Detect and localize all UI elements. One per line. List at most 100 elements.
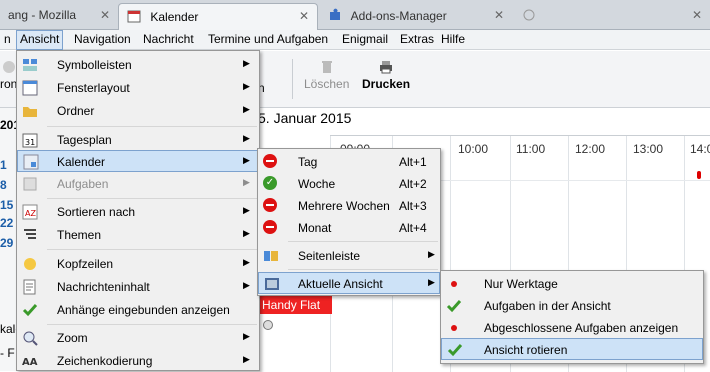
- menu-item-zoom[interactable]: Zoom ▶: [17, 327, 259, 349]
- menu-item-ordner[interactable]: Ordner ▶: [17, 100, 259, 122]
- tab-blank[interactable]: ✕: [514, 3, 710, 30]
- zoom-icon: [22, 330, 38, 346]
- task-checkbox[interactable]: [263, 320, 273, 330]
- menu-item-aufgaben[interactable]: Aufgaben ▶: [17, 173, 259, 195]
- menu-separator: [47, 198, 257, 199]
- menu-navigation[interactable]: Navigation: [70, 30, 135, 50]
- menu-item-woche[interactable]: ✓ Woche Alt+2: [258, 173, 440, 195]
- tab-kalender[interactable]: Kalender ✕: [118, 3, 318, 30]
- menu-item-label: Anhänge eingebunden anzeigen: [57, 303, 230, 317]
- menu-item-kalender[interactable]: Kalender ▶: [17, 150, 259, 172]
- menu-item-label: Kopfzeilen: [57, 257, 114, 271]
- menu-item-seitenleiste[interactable]: Seitenleiste ▶: [258, 245, 440, 267]
- tab-label: Add-ons-Manager: [350, 9, 447, 23]
- shortcut-label: Alt+4: [399, 221, 427, 235]
- menubar: n Ansicht Navigation Nachricht Termine u…: [0, 30, 710, 50]
- toolbar-icon: [22, 57, 38, 73]
- layout-icon: [22, 80, 38, 96]
- aktuelle-ansicht-submenu: Nur Werktage Aufgaben in der Ansicht Abg…: [440, 270, 704, 364]
- submenu-arrow-icon: ▶: [243, 133, 250, 143]
- svg-text:31: 31: [25, 138, 35, 147]
- menu-item-aktuelle-ansicht[interactable]: Aktuelle Ansicht ▶: [258, 272, 440, 294]
- tab-label: Kalender: [150, 10, 199, 24]
- submenu-arrow-icon: ▶: [243, 354, 250, 364]
- partial-toolbar-button[interactable]: ron: [0, 59, 17, 91]
- menu-item-label: Monat: [298, 221, 332, 235]
- sidebar-icon: [263, 248, 279, 264]
- menu-item-abgeschlossene[interactable]: Abgeschlossene Aufgaben anzeigen: [441, 317, 703, 339]
- submenu-arrow-icon: ▶: [428, 249, 435, 259]
- menu-separator: [47, 249, 257, 250]
- submenu-arrow-icon: ▶: [243, 280, 250, 290]
- menu-item-nachrichteninhalt[interactable]: Nachrichteninhalt ▶: [17, 276, 259, 298]
- close-icon[interactable]: ✕: [692, 8, 702, 22]
- menu-ansicht[interactable]: Ansicht: [16, 30, 64, 50]
- print-button[interactable]: Drucken: [362, 59, 410, 91]
- menu-item-label: Woche: [298, 177, 336, 191]
- toolbar-separator: [292, 59, 293, 99]
- menu-item-nur-werktage[interactable]: Nur Werktage: [441, 273, 703, 295]
- submenu-arrow-icon: ▶: [428, 277, 435, 287]
- time-label: 11:00: [516, 142, 546, 156]
- menu-item-mehrere-wochen[interactable]: Mehrere Wochen Alt+3: [258, 195, 440, 217]
- menu-item-zeichenkodierung[interactable]: AA Zeichenkodierung ▶: [17, 350, 259, 372]
- menu-item-sortieren[interactable]: AZ Sortieren nach ▶: [17, 201, 259, 223]
- menu-item-label: Aufgaben in der Ansicht: [484, 299, 611, 313]
- close-icon[interactable]: ✕: [100, 8, 110, 22]
- close-icon[interactable]: ✕: [494, 8, 504, 22]
- menu-termine[interactable]: Termine und Aufgaben: [204, 30, 332, 50]
- menu-item-monat[interactable]: Monat Alt+4: [258, 217, 440, 239]
- menu-nachricht[interactable]: Nachricht: [139, 30, 198, 50]
- submenu-arrow-icon: ▶: [243, 177, 250, 187]
- tab-strip: ang - Mozilla ✕ Kalender ✕ Add-ons-Manag…: [0, 0, 710, 30]
- menu-partial-edge[interactable]: n: [0, 30, 16, 50]
- remove-icon: [263, 198, 279, 214]
- tab-label: ang - Mozilla: [8, 8, 77, 22]
- submenu-arrow-icon: ▶: [243, 155, 250, 165]
- checkmark-icon: [22, 302, 38, 318]
- time-label: 10:00: [458, 142, 489, 156]
- bullet-icon: [446, 320, 462, 336]
- menu-separator: [47, 324, 257, 325]
- menu-item-kopfzeilen[interactable]: Kopfzeilen ▶: [17, 253, 259, 275]
- headers-icon: [22, 256, 38, 272]
- submenu-arrow-icon: ▶: [243, 58, 250, 68]
- menu-item-label: Sortieren nach: [57, 205, 136, 219]
- menu-enigmail[interactable]: Enigmail: [338, 30, 392, 50]
- menu-item-label: Fensterlayout: [57, 81, 130, 95]
- shortcut-label: Alt+1: [399, 155, 427, 169]
- submenu-arrow-icon: ▶: [243, 257, 250, 267]
- menu-item-label: Nur Werktage: [484, 277, 558, 291]
- svg-text:AZ: AZ: [25, 209, 36, 218]
- menu-item-label: Tag: [298, 155, 318, 169]
- menu-item-label: Zeichenkodierung: [57, 354, 153, 368]
- menu-hilfe[interactable]: Hilfe: [437, 30, 469, 50]
- menu-item-fensterlayout[interactable]: Fensterlayout ▶: [17, 77, 259, 99]
- tab-mozilla[interactable]: ang - Mozilla ✕: [0, 3, 118, 30]
- menu-item-label: Ansicht rotieren: [484, 343, 568, 357]
- trash-icon: [319, 59, 335, 75]
- menu-extras[interactable]: Extras: [396, 30, 438, 50]
- tasks-icon: [22, 176, 38, 192]
- back-icon: [1, 59, 17, 75]
- checkmark-icon: [447, 342, 463, 358]
- menu-item-anhaenge[interactable]: Anhänge eingebunden anzeigen: [17, 299, 259, 321]
- time-label: 12:00: [575, 142, 606, 156]
- close-icon[interactable]: ✕: [299, 9, 309, 23]
- message-body-icon: [22, 279, 38, 295]
- menu-item-themen[interactable]: Themen ▶: [17, 224, 259, 246]
- menu-item-symbolleisten[interactable]: Symbolleisten ▶: [17, 54, 259, 76]
- event-handy-flat[interactable]: Handy Flat: [258, 296, 332, 314]
- delete-button[interactable]: Löschen: [304, 59, 349, 91]
- tab-addons[interactable]: Add-ons-Manager ✕: [320, 3, 512, 30]
- calendar-icon: [127, 9, 141, 23]
- menu-item-ansicht-rotieren[interactable]: Ansicht rotieren: [441, 338, 703, 360]
- menu-item-label: Tagesplan: [57, 133, 112, 147]
- puzzle-icon: [328, 8, 342, 22]
- menu-separator: [288, 241, 438, 242]
- encoding-icon: AA: [22, 353, 38, 369]
- menu-item-tag[interactable]: Tag Alt+1: [258, 151, 440, 173]
- checkmark-icon: ✓: [263, 176, 279, 192]
- menu-item-tagesplan[interactable]: 31 Tagesplan ▶: [17, 129, 259, 151]
- menu-item-aufgaben-in-ansicht[interactable]: Aufgaben in der Ansicht: [441, 295, 703, 317]
